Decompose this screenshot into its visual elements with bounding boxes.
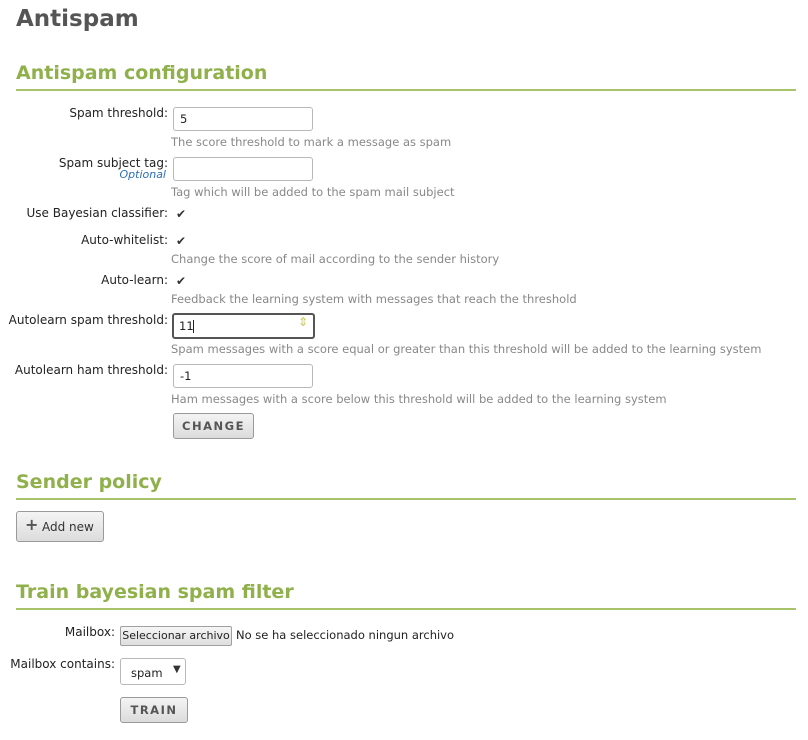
section-divider xyxy=(16,608,796,610)
section-title-sender-policy: Sender policy xyxy=(16,471,162,493)
auto-learn-label: Auto-learn: xyxy=(101,273,168,287)
choose-file-button[interactable]: Seleccionar archivo xyxy=(120,626,232,646)
autolearn-spam-threshold-label: Autolearn spam threshold: xyxy=(8,313,168,327)
add-new-label: Add new xyxy=(42,520,94,534)
selected-value: spam xyxy=(131,666,163,680)
spam-threshold-input[interactable] xyxy=(173,107,313,131)
auto-learn-checkbox[interactable]: ✔ xyxy=(176,275,188,287)
bayesian-label: Use Bayesian classifier: xyxy=(26,206,169,220)
autolearn-ham-threshold-input[interactable] xyxy=(173,364,313,388)
mailbox-label: Mailbox: xyxy=(64,625,115,639)
add-new-button[interactable]: + Add new xyxy=(16,511,104,542)
auto-whitelist-label: Auto-whitelist: xyxy=(81,233,168,247)
checkmark-icon: ✔ xyxy=(176,274,187,288)
spam-threshold-label: Spam threshold: xyxy=(69,106,168,120)
file-status-text: No se ha seleccionado ningun archivo xyxy=(236,628,455,642)
section-divider xyxy=(16,89,796,91)
triangle-down-icon: ▼ xyxy=(173,664,181,675)
optional-hint: Optional xyxy=(119,168,166,181)
page-title: Antispam xyxy=(16,6,139,32)
mailbox-contains-label: Mailbox contains: xyxy=(10,657,115,671)
spam-subject-tag-input[interactable] xyxy=(173,157,313,181)
plus-icon: + xyxy=(25,515,39,534)
text-cursor xyxy=(193,320,194,333)
spinner-icon[interactable]: ⇕ xyxy=(298,315,308,329)
train-button[interactable]: TRAIN xyxy=(120,697,188,723)
bayesian-checkbox[interactable]: ✔ xyxy=(176,208,188,220)
auto-learn-help: Feedback the learning system with messag… xyxy=(171,292,577,306)
auto-whitelist-help: Change the score of mail according to th… xyxy=(171,252,500,266)
auto-whitelist-checkbox[interactable]: ✔ xyxy=(176,235,188,247)
autolearn-spam-threshold-help: Spam messages with a score equal or grea… xyxy=(171,342,762,356)
spam-threshold-help: The score threshold to mark a message as… xyxy=(171,135,452,149)
section-title-configuration: Antispam configuration xyxy=(16,62,268,84)
checkmark-icon: ✔ xyxy=(176,234,187,248)
mailbox-contains-select[interactable]: spam ▼ xyxy=(120,658,186,685)
autolearn-ham-threshold-label: Autolearn ham threshold: xyxy=(14,363,168,377)
section-title-train: Train bayesian spam filter xyxy=(16,581,294,603)
checkmark-icon: ✔ xyxy=(176,207,187,221)
spam-subject-tag-help: Tag which will be added to the spam mail… xyxy=(171,185,455,199)
section-divider xyxy=(16,498,796,500)
autolearn-ham-threshold-help: Ham messages with a score below this thr… xyxy=(171,392,667,406)
change-button[interactable]: CHANGE xyxy=(173,413,254,439)
